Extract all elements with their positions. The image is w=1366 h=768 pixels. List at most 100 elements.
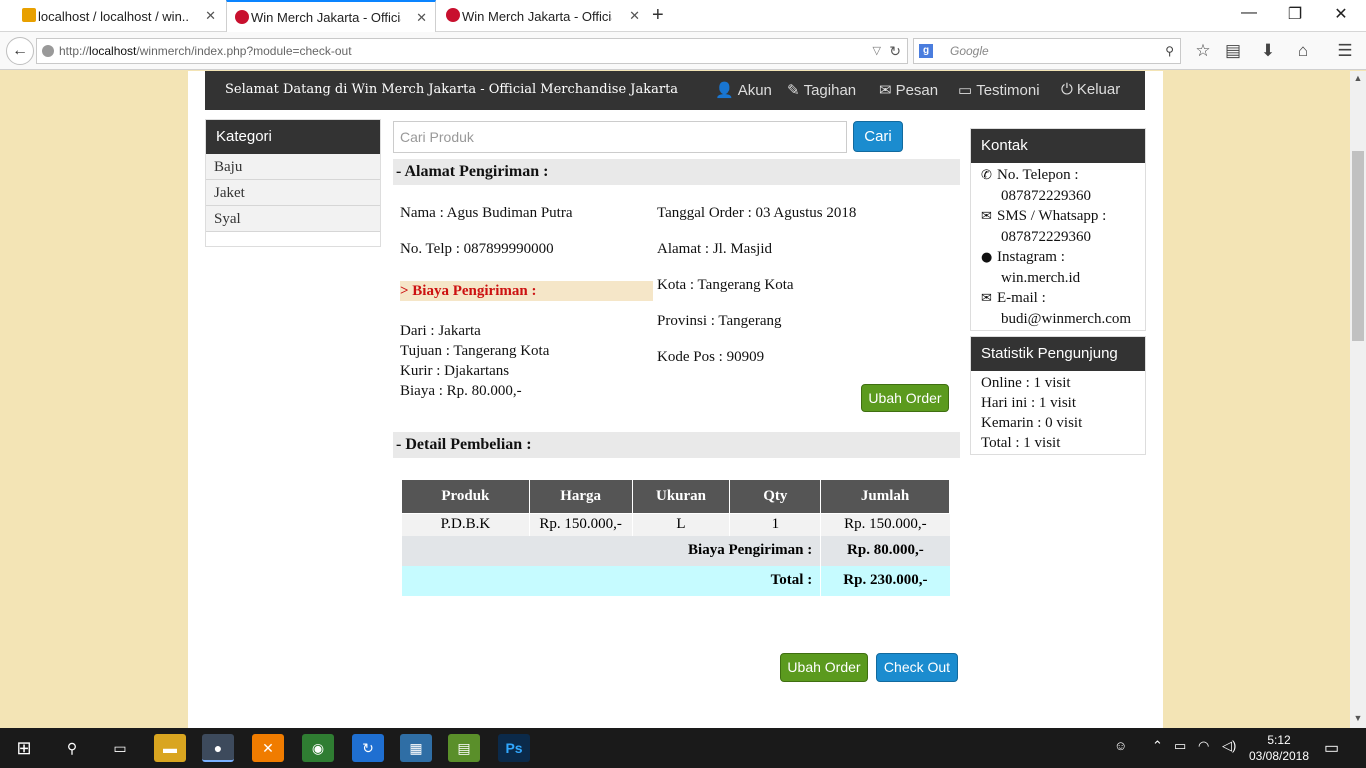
sync-app-icon[interactable]: ↻ — [352, 734, 384, 762]
ubah-order-button[interactable]: Ubah Order — [780, 653, 868, 682]
close-icon[interactable]: ✕ — [416, 10, 427, 26]
wifi-icon[interactable]: ◠ — [1198, 738, 1209, 754]
window-close-icon[interactable]: ✕ — [1326, 4, 1356, 24]
nav-pesan[interactable]: ✉ Pesan — [879, 81, 938, 99]
vertical-scrollbar[interactable]: ▲ ▼ — [1350, 71, 1366, 728]
nav-testimoni[interactable]: ▭ Testimoni — [958, 81, 1040, 99]
scroll-down-icon[interactable]: ▼ — [1350, 713, 1366, 723]
cell-qty: 1 — [729, 513, 821, 536]
search-button[interactable]: Cari — [853, 121, 903, 152]
network-app-icon[interactable]: ▦ — [400, 734, 432, 762]
file-explorer-icon[interactable]: ▬ — [154, 734, 186, 762]
bookmark-star-icon[interactable]: ☆ — [1192, 41, 1214, 61]
search-icon[interactable]: ⚲ — [1165, 39, 1174, 63]
restore-icon[interactable]: ❐ — [1280, 4, 1310, 24]
page-container: Selamat Datang di Win Merch Jakarta - Of… — [188, 71, 1163, 728]
kurir-text: Kurir : Djakartans — [400, 363, 510, 379]
shipping-label: Biaya Pengiriman : — [400, 535, 821, 566]
close-icon[interactable]: ✕ — [629, 8, 640, 24]
telepon-value: 087872229360 — [1001, 188, 1091, 204]
table-header-row: Produk Harga Ukuran Qty Jumlah — [401, 479, 950, 514]
total-value: Rp. 230.000,- — [820, 565, 950, 596]
stat-total: Total : 1 visit — [981, 435, 1061, 451]
tab-phpmyadmin[interactable]: localhost / localhost / win... ✕ — [14, 0, 224, 32]
email-row: ✉ E-mail : — [971, 288, 1145, 309]
people-icon[interactable]: ☺ — [1114, 738, 1127, 753]
back-button[interactable]: ← — [6, 37, 34, 65]
volume-icon[interactable]: ◁) — [1222, 738, 1236, 754]
ubah-order-button-top[interactable]: Ubah Order — [861, 384, 949, 412]
minimize-icon[interactable]: — — [1234, 4, 1264, 22]
envelope-icon: ✉ — [981, 209, 992, 224]
nav-label: Akun — [737, 82, 772, 99]
kategori-item-jaket[interactable]: Jaket — [206, 180, 380, 206]
cell-ukuran: L — [631, 513, 730, 536]
kategori-title: Kategori — [206, 120, 380, 154]
sms-value: 087872229360 — [1001, 229, 1091, 245]
email-value: budi@winmerch.com — [1001, 311, 1132, 327]
search-input[interactable]: Cari Produk — [393, 121, 847, 153]
globe-app-icon[interactable]: ◉ — [302, 734, 334, 762]
winmerch-icon — [235, 10, 249, 24]
total-row: Total : Rp. 230.000,- — [400, 565, 950, 596]
firefox-icon[interactable]: ● — [202, 734, 234, 762]
scroll-up-icon[interactable]: ▲ — [1350, 73, 1366, 83]
url-bar[interactable]: http://localhost/winmerch/index.php?modu… — [36, 38, 908, 64]
stat-kemarin: Kemarin : 0 visit — [981, 415, 1083, 431]
notification-icon[interactable]: ▭ — [1324, 738, 1339, 758]
close-icon[interactable]: ✕ — [205, 8, 216, 24]
phone-icon: ✆ — [981, 168, 992, 183]
site-info-icon[interactable] — [42, 45, 54, 57]
biaya-text: Biaya : Rp. 80.000,- — [400, 383, 522, 399]
windows-start-icon[interactable]: ⊞ — [8, 734, 40, 762]
col-ukuran: Ukuran — [631, 479, 731, 514]
arrow-left-icon: ← — [12, 42, 28, 59]
site-header: Selamat Datang di Win Merch Jakarta - Of… — [205, 71, 1145, 110]
tab-winmerch-active[interactable]: Win Merch Jakarta - Officia... ✕ — [226, 0, 436, 32]
menu-icon[interactable]: ☰ — [1334, 41, 1356, 61]
reading-list-icon[interactable]: ▤ — [1222, 41, 1244, 61]
battery-icon[interactable]: ▭ — [1174, 738, 1186, 754]
new-tab-icon[interactable]: + — [652, 4, 664, 27]
kategori-item-baju[interactable]: Baju — [206, 154, 380, 180]
scroll-thumb[interactable] — [1352, 151, 1364, 341]
cell-jumlah: Rp. 150.000,- — [820, 513, 950, 536]
product-search: Cari Produk Cari — [393, 121, 960, 153]
search-icon[interactable]: ⚲ — [56, 734, 88, 762]
shipping-value: Rp. 80.000,- — [820, 535, 950, 566]
telp-text: No. Telp : 087899990000 — [400, 241, 554, 257]
tab-winmerch[interactable]: Win Merch Jakarta - Officia... ✕ — [438, 0, 648, 32]
xampp-icon[interactable]: ✕ — [252, 734, 284, 762]
stat-hari-ini: Hari ini : 1 visit — [981, 395, 1076, 411]
nav-label: Keluar — [1076, 81, 1121, 98]
windows-taskbar: ⊞ ⚲ ▭ ▬ ● ✕ ◉ ↻ ▦ ▤ Ps ☺ ⌃ ▭ ◠ ◁) 5:12 0… — [0, 728, 1366, 768]
alamat-title: - Alamat Pengiriman : — [393, 159, 960, 185]
task-view-icon[interactable]: ▭ — [104, 734, 136, 762]
instagram-label: Instagram : — [997, 249, 1065, 265]
check-out-button[interactable]: Check Out — [876, 653, 958, 682]
browser-search-bar[interactable]: g Google ⚲ — [913, 38, 1181, 64]
envelope-icon: ✉ — [879, 82, 892, 99]
chevron-up-icon[interactable]: ⌃ — [1152, 738, 1163, 754]
phpmyadmin-icon — [22, 8, 36, 22]
stat-online: Online : 1 visit — [981, 375, 1071, 391]
home-icon[interactable]: ⌂ — [1292, 41, 1314, 61]
kodepos-text: Kode Pos : 90909 — [657, 349, 765, 365]
envelope-filled-icon: ✉ — [981, 291, 992, 306]
kontak-title: Kontak — [971, 129, 1145, 163]
reload-icon[interactable]: ↻ — [889, 39, 901, 63]
statistik-panel: Statistik Pengunjung Online : 1 visit Ha… — [970, 336, 1146, 455]
col-jumlah: Jumlah — [820, 479, 950, 514]
download-icon[interactable]: ⬇ — [1257, 41, 1279, 61]
nav-keluar[interactable]: ⏻ Keluar — [1061, 81, 1120, 98]
system-clock[interactable]: 5:12 03/08/2018 — [1244, 732, 1314, 764]
kontak-panel: Kontak ✆ No. Telepon : 087872229360 ✉ SMS … — [970, 128, 1146, 331]
tujuan-text: Tujuan : Tangerang Kota — [400, 343, 550, 359]
dropdown-icon[interactable]: ▽ — [873, 39, 881, 63]
photoshop-icon[interactable]: Ps — [498, 734, 530, 762]
chart-app-icon[interactable]: ▤ — [448, 734, 480, 762]
comments-icon: ● — [981, 250, 993, 265]
nav-tagihan[interactable]: ✎ Tagihan — [787, 81, 856, 99]
kategori-item-syal[interactable]: Syal — [206, 206, 380, 232]
nav-akun[interactable]: 👤 Akun — [715, 81, 772, 99]
